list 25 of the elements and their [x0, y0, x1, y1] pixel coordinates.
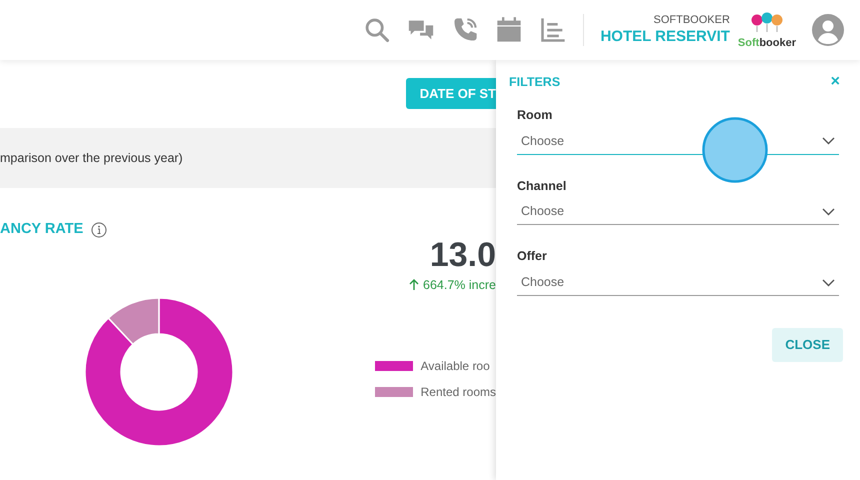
legend-label: Available roo — [420, 358, 490, 374]
info-icon — [91, 222, 108, 238]
chart-list-icon[interactable] — [539, 16, 568, 44]
avatar-icon[interactable] — [812, 14, 844, 46]
field-label: Offer — [517, 248, 548, 266]
header-subtitle: SOFTBOOKER — [654, 14, 730, 28]
section-title: ANCY RATE — [0, 220, 84, 239]
field-label: Channel — [517, 178, 568, 194]
balloons-icon — [750, 12, 784, 34]
occupancy-value: 13.0 — [430, 238, 496, 272]
logo-wordmark: Softbooker — [738, 38, 796, 48]
up-arrow-icon — [409, 279, 420, 292]
chevron-down-icon — [822, 208, 835, 216]
close-button[interactable]: CLOSE — [772, 328, 843, 362]
chevron-down-icon — [822, 278, 835, 286]
field-label: Room — [517, 106, 554, 124]
chevron-down-icon — [822, 137, 835, 145]
calendar-icon[interactable] — [495, 16, 524, 44]
info-text: mparison over the previous year) — [0, 150, 183, 167]
panel-title: FILTERS — [509, 74, 560, 91]
legend-label: Rented rooms — [420, 384, 496, 400]
change-text: 664.7% incre — [423, 276, 496, 294]
search-icon[interactable] — [363, 16, 392, 44]
touch-indicator-icon — [702, 117, 768, 183]
hotel-name: HOTEL RESERVIT — [600, 28, 730, 46]
